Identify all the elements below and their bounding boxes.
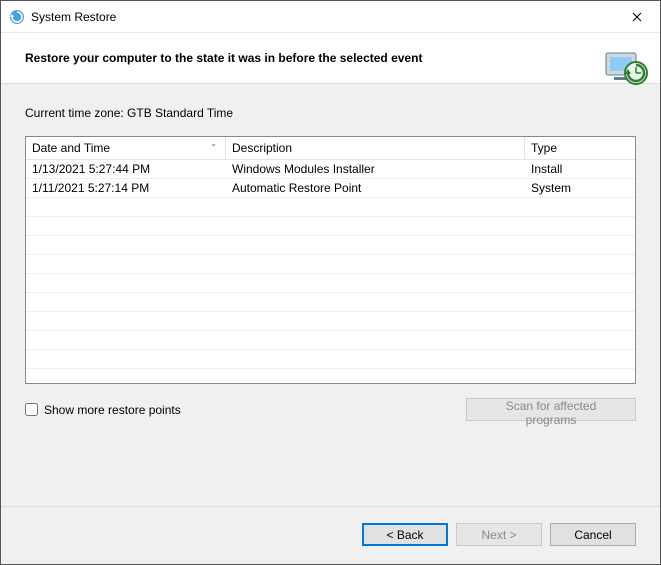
table-row bbox=[26, 236, 635, 255]
system-restore-icon bbox=[9, 9, 25, 25]
cell-description: Windows Modules Installer bbox=[226, 161, 525, 177]
sort-indicator-icon: ⌄ bbox=[210, 139, 217, 148]
table-body: 1/13/2021 5:27:44 PMWindows Modules Inst… bbox=[26, 160, 635, 384]
table-row bbox=[26, 369, 635, 384]
show-more-label: Show more restore points bbox=[44, 403, 181, 417]
scan-affected-button[interactable]: Scan for affected programs bbox=[466, 398, 636, 421]
table-row[interactable]: 1/11/2021 5:27:14 PMAutomatic Restore Po… bbox=[26, 179, 635, 198]
table-row bbox=[26, 331, 635, 350]
page-heading: Restore your computer to the state it wa… bbox=[25, 51, 590, 65]
cell-description: Automatic Restore Point bbox=[226, 180, 525, 196]
table-row bbox=[26, 198, 635, 217]
cell-type: System bbox=[525, 180, 635, 196]
header-strip: Restore your computer to the state it wa… bbox=[1, 33, 660, 84]
content-area: Current time zone: GTB Standard Time Dat… bbox=[1, 84, 660, 506]
column-description[interactable]: Description bbox=[226, 137, 525, 159]
show-more-checkbox-input[interactable] bbox=[25, 403, 38, 416]
cell-date: 1/11/2021 5:27:14 PM bbox=[26, 180, 226, 196]
window-title: System Restore bbox=[31, 10, 614, 24]
table-row bbox=[26, 274, 635, 293]
cell-type: Install bbox=[525, 161, 635, 177]
table-header: Date and Time ⌄ Description Type bbox=[26, 137, 635, 160]
timezone-label: Current time zone: GTB Standard Time bbox=[25, 106, 636, 120]
cancel-button[interactable]: Cancel bbox=[550, 523, 636, 546]
table-row bbox=[26, 293, 635, 312]
titlebar: System Restore bbox=[1, 1, 660, 33]
cell-date: 1/13/2021 5:27:44 PM bbox=[26, 161, 226, 177]
table-row[interactable]: 1/13/2021 5:27:44 PMWindows Modules Inst… bbox=[26, 160, 635, 179]
back-button[interactable]: < Back bbox=[362, 523, 448, 546]
show-more-checkbox[interactable]: Show more restore points bbox=[25, 403, 181, 417]
table-row bbox=[26, 312, 635, 331]
column-date[interactable]: Date and Time ⌄ bbox=[26, 137, 226, 159]
column-type[interactable]: Type bbox=[525, 137, 635, 159]
restore-large-icon bbox=[600, 43, 648, 91]
close-button[interactable] bbox=[614, 1, 660, 32]
wizard-footer: < Back Next > Cancel bbox=[1, 506, 660, 564]
table-row bbox=[26, 350, 635, 369]
table-row bbox=[26, 217, 635, 236]
restore-points-table[interactable]: Date and Time ⌄ Description Type 1/13/20… bbox=[25, 136, 636, 384]
next-button[interactable]: Next > bbox=[456, 523, 542, 546]
table-row bbox=[26, 255, 635, 274]
